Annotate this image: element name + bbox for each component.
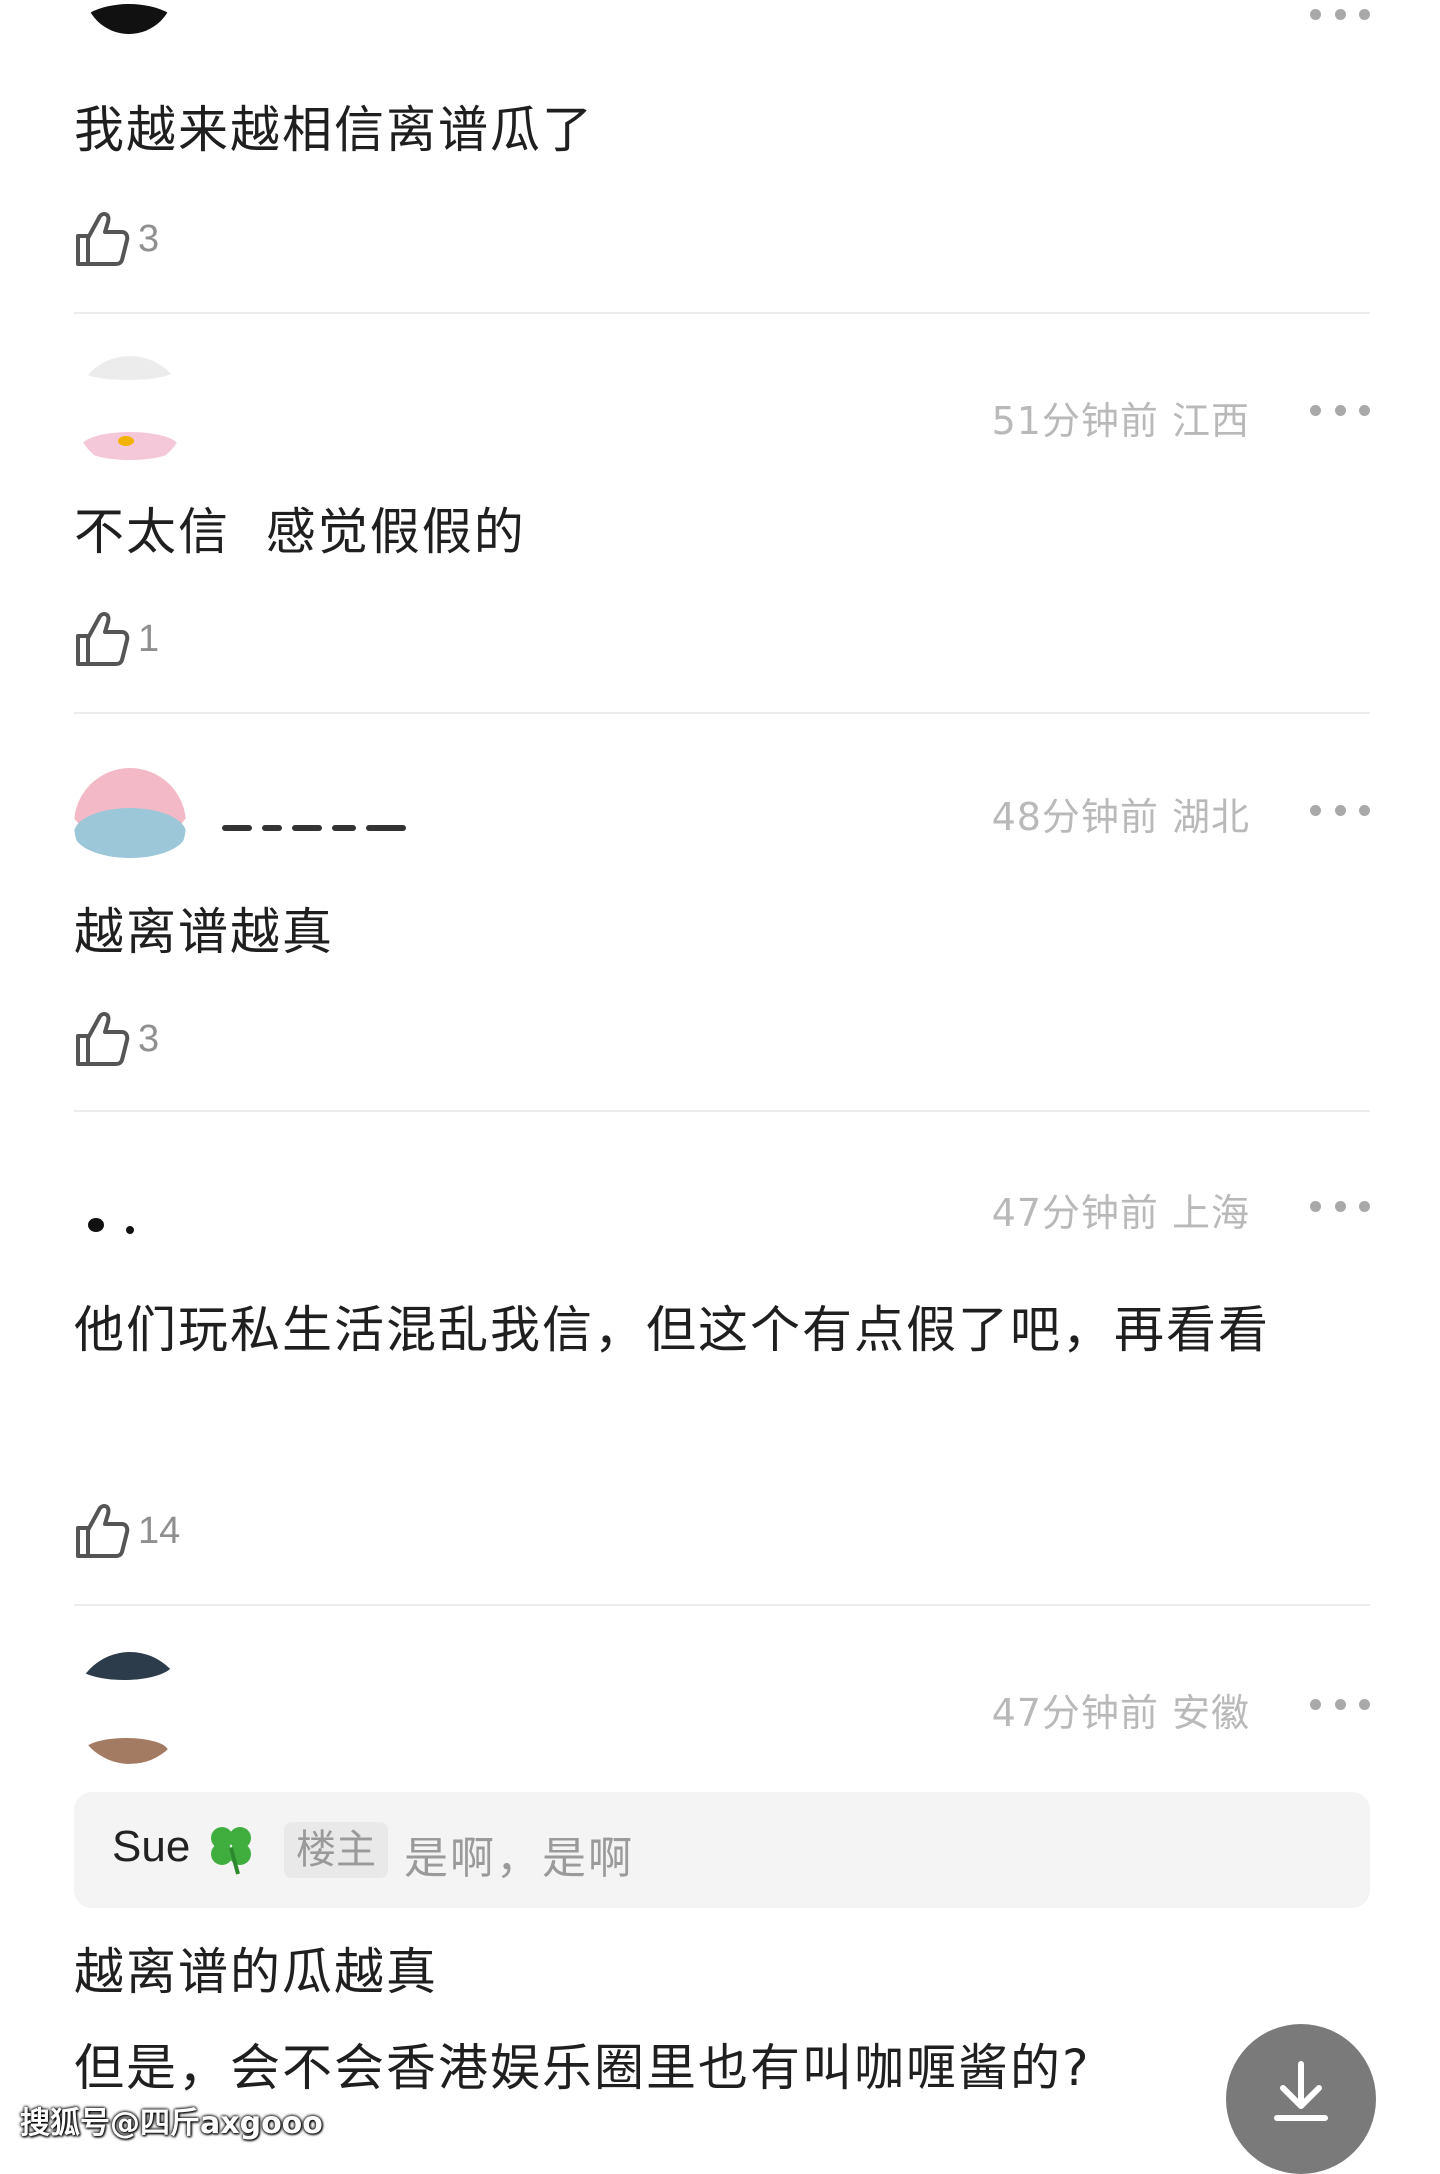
comment-text: 不太信 感觉假假的: [74, 503, 526, 561]
divider: [74, 1604, 1370, 1606]
comment-text: 越离谱的瓜越真 但是，会不会香港娱乐圈里也有叫咖喱酱的?: [74, 1943, 1091, 2097]
avatar[interactable]: [74, 1652, 186, 1764]
comment-text: 越离谱越真: [74, 903, 334, 961]
more-dots-icon[interactable]: [1310, 402, 1370, 418]
like-count: 1: [138, 617, 160, 660]
divider: [74, 712, 1370, 714]
comment-item: 51分钟前 江西 不太信 感觉假假的 1: [0, 320, 1440, 718]
divider: [74, 1110, 1370, 1112]
comment-text: 他们玩私生活混乱我信，但这个有点假了吧，再看看: [74, 1301, 1270, 1359]
like-count: 3: [138, 1017, 160, 1060]
avatar[interactable]: [74, 1174, 186, 1286]
more-dots-icon[interactable]: [1310, 802, 1370, 818]
avatar[interactable]: [74, 356, 186, 468]
comment-text: 我越来越相信离谱瓜了: [74, 101, 594, 159]
thumbs-up-icon: [76, 612, 130, 666]
arrow-down-icon: [1274, 2061, 1328, 2121]
like-button[interactable]: 1: [74, 610, 159, 668]
like-count: 3: [138, 217, 160, 260]
quoted-reply[interactable]: Sue 楼主 是啊，是啊: [74, 1792, 1370, 1908]
comment-meta: 47分钟前 上海: [991, 1191, 1250, 1235]
op-badge: 楼主: [284, 1822, 388, 1878]
comment-item: 48分钟前 湖北 越离谱越真 3: [0, 720, 1440, 1118]
thumbs-up-icon: [76, 212, 130, 266]
reply-author[interactable]: Sue: [112, 1822, 190, 1872]
like-button[interactable]: 3: [74, 1010, 159, 1068]
more-dots-icon[interactable]: [1310, 1198, 1370, 1214]
more-dots-icon[interactable]: [1310, 1696, 1370, 1712]
more-dots-icon[interactable]: [1310, 6, 1370, 22]
avatar[interactable]: [74, 768, 186, 880]
like-count: 14: [138, 1509, 181, 1552]
comment-item: 47分钟前 上海 他们玩私生活混乱我信，但这个有点假了吧，再看看 14: [0, 1118, 1440, 1608]
like-button[interactable]: 3: [74, 210, 159, 268]
comment-meta: 47分钟前 安徽: [991, 1691, 1250, 1735]
download-button[interactable]: [1226, 2024, 1376, 2174]
comment-meta: 51分钟前 江西: [991, 399, 1250, 443]
like-button[interactable]: 14: [74, 1502, 180, 1560]
comment-meta: 48分钟前 湖北: [991, 795, 1250, 839]
comment-item: 57分钟前 浙江 我越来越相信离谱瓜了 3: [0, 0, 1440, 318]
username-blurred[interactable]: [222, 820, 522, 836]
thumbs-up-icon: [76, 1012, 130, 1066]
thumbs-up-icon: [76, 1504, 130, 1558]
avatar[interactable]: [84, 0, 174, 34]
clover-icon: [211, 1827, 251, 1875]
reply-text: 是啊，是啊: [404, 1833, 634, 1884]
watermark: 搜狐号@四斤axgooo: [20, 2106, 323, 2141]
divider: [74, 312, 1370, 314]
comment-meta: 57分钟前 浙江: [991, 0, 1250, 25]
